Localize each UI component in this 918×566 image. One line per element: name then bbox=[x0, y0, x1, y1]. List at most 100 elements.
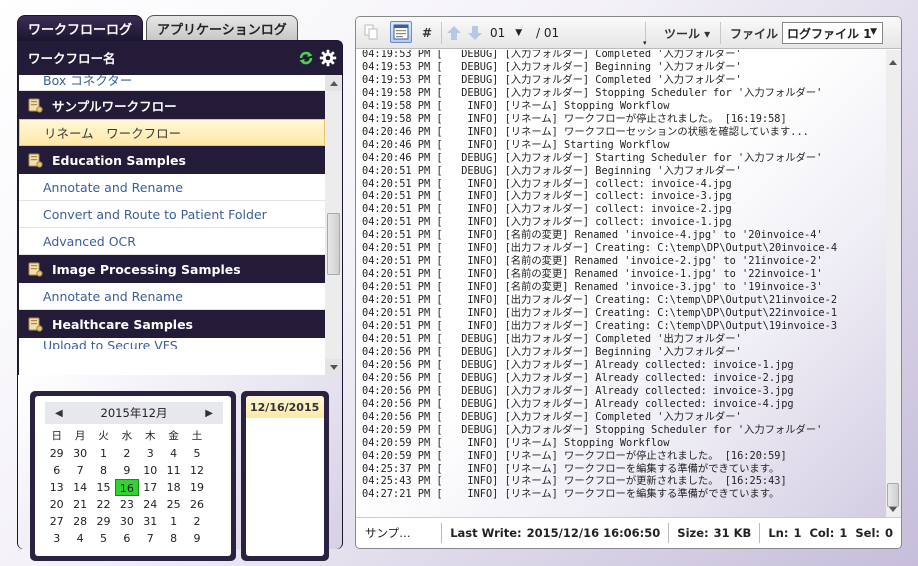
calendar-day[interactable]: 30 bbox=[115, 513, 138, 530]
log-viewer: # 01 ▼ / 01 ▾ ツール ▾ ファイル ログファイル 1 ▼ 04:1… bbox=[355, 16, 902, 549]
tab-application-log[interactable]: アプリケーションログ bbox=[146, 15, 298, 41]
scroll-down-button[interactable] bbox=[889, 501, 897, 515]
calendar-day[interactable]: 10 bbox=[139, 462, 162, 479]
calendar-day[interactable]: 2 bbox=[115, 445, 138, 462]
tools-menu[interactable]: ツール ▾ bbox=[664, 21, 710, 45]
calendar-day[interactable]: 7 bbox=[139, 530, 162, 547]
scroll-down-button[interactable] bbox=[325, 359, 342, 375]
workflow-group[interactable]: Education Samples bbox=[19, 146, 325, 174]
calendar-day[interactable]: 25 bbox=[162, 496, 185, 513]
refresh-icon[interactable] bbox=[298, 50, 314, 66]
calendar-day[interactable]: 5 bbox=[185, 445, 208, 462]
calendar-day[interactable]: 21 bbox=[68, 496, 91, 513]
calendar-day[interactable]: 1 bbox=[92, 445, 115, 462]
workflow-group[interactable]: サンプルワークフロー bbox=[19, 91, 325, 119]
calendar-day[interactable]: 4 bbox=[68, 530, 91, 547]
workflow-group[interactable]: Healthcare Samples bbox=[19, 310, 325, 338]
sel-label: Sel: bbox=[855, 526, 880, 540]
prev-page-button[interactable] bbox=[446, 21, 462, 45]
calendar-day[interactable]: 1 bbox=[162, 513, 185, 530]
calendar-day[interactable]: 23 bbox=[115, 496, 138, 513]
calendar-day[interactable]: 30 bbox=[68, 445, 91, 462]
calendar-day[interactable]: 19 bbox=[185, 479, 208, 496]
arrow-up-icon bbox=[329, 80, 338, 86]
calendar-day[interactable]: 12 bbox=[185, 462, 208, 479]
log-content[interactable]: 04:19:53 PM [ DEBUG] [入力フォルダー] Completed… bbox=[356, 50, 886, 517]
calendar-day[interactable]: 15 bbox=[92, 479, 115, 496]
log-view-button[interactable] bbox=[390, 21, 412, 43]
page-selector[interactable]: 01 ▼ bbox=[490, 21, 522, 45]
calendar-week: 27 28 29 30 31 1 2 bbox=[45, 513, 223, 530]
list-item[interactable]: Box コネクター bbox=[19, 75, 325, 91]
calendar-day[interactable]: 7 bbox=[68, 462, 91, 479]
calendar-day[interactable]: 20 bbox=[45, 496, 68, 513]
calendar-day[interactable]: 4 bbox=[162, 445, 185, 462]
list-item[interactable]: Upload to Secure VFS bbox=[19, 338, 325, 349]
calendar-day[interactable]: 3 bbox=[45, 530, 68, 547]
calendar-day[interactable]: 17 bbox=[139, 479, 162, 496]
workflow-item-label: Upload to Secure VFS bbox=[43, 338, 178, 349]
calendar-day[interactable]: 9 bbox=[185, 530, 208, 547]
log-file-select[interactable]: ログファイル 1 ▼ bbox=[782, 22, 883, 44]
calendar-day[interactable]: 24 bbox=[139, 496, 162, 513]
calendar-day[interactable]: 29 bbox=[92, 513, 115, 530]
calendar-day[interactable]: 26 bbox=[185, 496, 208, 513]
calendar-day[interactable]: 2 bbox=[185, 513, 208, 530]
log-line: 04:20:51 PM [ INFO] [名前の変更] Renamed 'inv… bbox=[362, 281, 823, 294]
log-line: 04:19:53 PM [ DEBUG] [入力フォルダー] Completed… bbox=[362, 50, 742, 60]
workflow-group[interactable]: Image Processing Samples bbox=[19, 255, 325, 283]
calendar-day[interactable]: 14 bbox=[68, 479, 91, 496]
calendar-day[interactable]: 29 bbox=[45, 445, 68, 462]
next-month-button[interactable]: ▶ bbox=[205, 408, 213, 419]
toolbar-separator bbox=[441, 22, 442, 44]
calendar-day[interactable]: 11 bbox=[162, 462, 185, 479]
calendar-day[interactable]: 28 bbox=[68, 513, 91, 530]
scroll-up-button[interactable] bbox=[325, 75, 342, 91]
next-page-button[interactable] bbox=[467, 21, 483, 45]
list-item[interactable]: Annotate and Rename bbox=[19, 174, 325, 201]
gear-icon[interactable] bbox=[319, 49, 337, 67]
calendar-day[interactable]: 9 bbox=[115, 462, 138, 479]
prev-month-button[interactable]: ◀ bbox=[55, 408, 63, 419]
status-column: Col: 1 bbox=[809, 523, 855, 543]
workflow-list-header: ワークフロー名 bbox=[18, 41, 342, 74]
calendar-day[interactable]: 5 bbox=[92, 530, 115, 547]
calendar-day[interactable]: 8 bbox=[162, 530, 185, 547]
calendar-day[interactable]: 6 bbox=[45, 462, 68, 479]
calendar-day[interactable]: 27 bbox=[45, 513, 68, 530]
calendar-day[interactable]: 6 bbox=[115, 530, 138, 547]
log-date-list-body: 12/16/2015 bbox=[246, 396, 324, 556]
last-write-value: 2015/12/16 16:06:50 bbox=[526, 526, 661, 540]
status-last-write: Last Write: 2015/12/16 16:06:50 bbox=[441, 523, 668, 543]
log-line: 04:20:46 PM [ INFO] [リネーム] ワークフローセッションの状… bbox=[362, 125, 809, 138]
scroll-up-button[interactable] bbox=[889, 54, 897, 68]
calendar-week: 3456789 bbox=[45, 530, 223, 547]
calendar-day[interactable]: 13 bbox=[45, 479, 68, 496]
calendar-header: ◀ 2015年12月 ▶ bbox=[45, 402, 223, 424]
calendar-day[interactable]: 8 bbox=[92, 462, 115, 479]
workflow-list-scrollbar[interactable] bbox=[325, 75, 342, 375]
calendar-week: 29 30 1 2 3 4 5 bbox=[45, 445, 223, 462]
scrollbar-thumb[interactable] bbox=[327, 213, 340, 275]
log-date-item[interactable]: 12/16/2015 bbox=[246, 396, 324, 418]
log-line: 04:20:51 PM [ INFO] [出力フォルダー] Creating: … bbox=[362, 294, 838, 307]
calendar-day[interactable]: 22 bbox=[92, 496, 115, 513]
calendar-day[interactable]: 3 bbox=[139, 445, 162, 462]
line-number-toggle[interactable]: # bbox=[422, 21, 432, 45]
log-line: 04:20:51 PM [ INFO] [入力フォルダー] collect: i… bbox=[362, 216, 732, 229]
calendar-day[interactable]: 31 bbox=[139, 513, 162, 530]
list-item[interactable]: Advanced OCR bbox=[19, 228, 325, 255]
scroll-icon bbox=[28, 153, 43, 168]
log-line: 04:20:46 PM [ INFO] [リネーム] Starting Work… bbox=[362, 138, 670, 151]
copy-button[interactable] bbox=[360, 21, 382, 43]
calendar-day-selected[interactable]: 16 bbox=[115, 479, 139, 496]
arrow-up-icon bbox=[447, 26, 461, 40]
tab-workflow-log[interactable]: ワークフローログ bbox=[17, 15, 144, 41]
list-item[interactable]: Annotate and Rename bbox=[19, 283, 325, 310]
list-item[interactable]: Convert and Route to Patient Folder bbox=[19, 201, 325, 228]
list-item[interactable]: リネーム ワークフロー bbox=[19, 119, 325, 146]
log-scrollbar[interactable] bbox=[886, 50, 901, 517]
calendar-day[interactable]: 18 bbox=[162, 479, 185, 496]
toolbar-overflow-icon[interactable]: ▾ bbox=[643, 39, 647, 47]
workflow-item-label: Advanced OCR bbox=[43, 233, 136, 249]
